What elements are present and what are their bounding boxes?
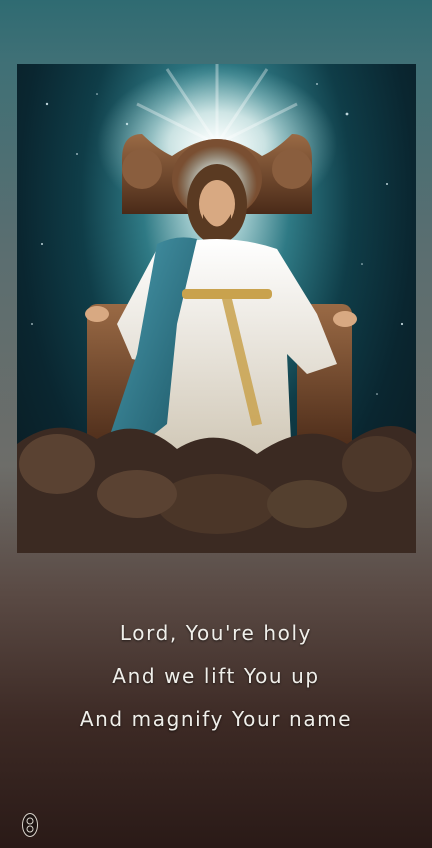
lyrics-overlay: Lord, You're holy And we lift You up And… bbox=[0, 612, 432, 741]
lyric-line-3: And magnify Your name bbox=[79, 707, 353, 731]
throne-illustration bbox=[17, 64, 416, 553]
lyric-line-2: And we lift You up bbox=[112, 664, 320, 688]
seal-icon bbox=[22, 813, 38, 837]
lyric-line-1: Lord, You're holy bbox=[119, 621, 313, 645]
throne-artwork bbox=[17, 64, 416, 553]
